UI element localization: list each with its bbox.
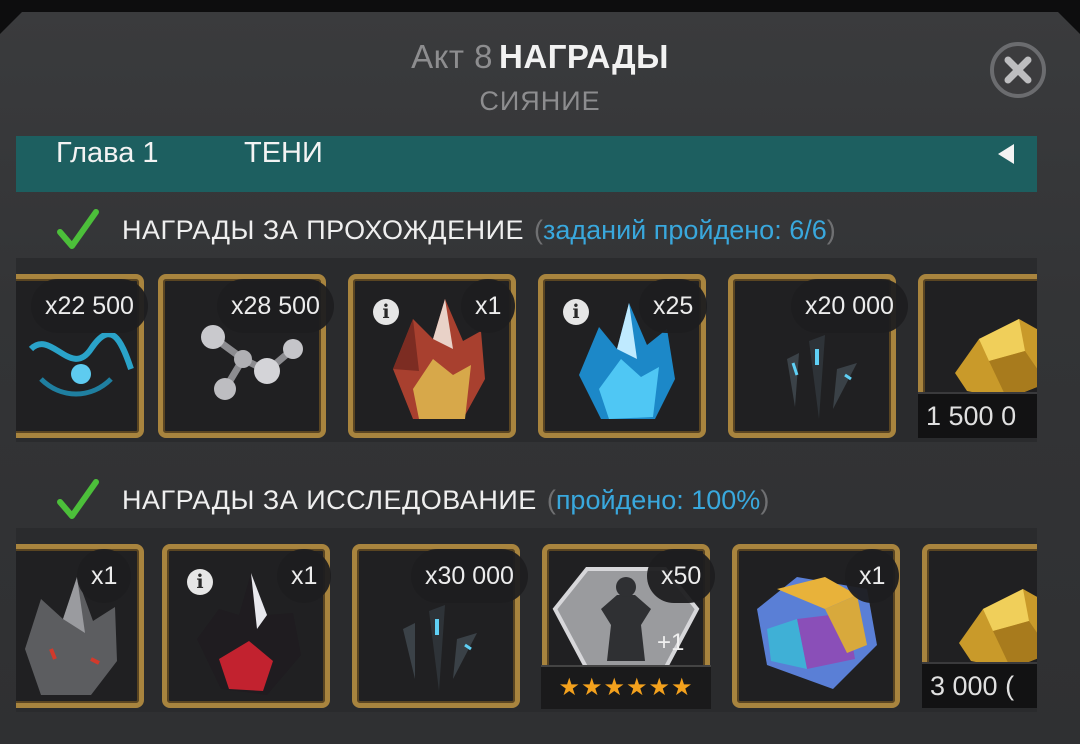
exploration-rewards-header: НАГРАДЫ ЗА ИССЛЕДОВАНИЕ ( пройдено: 100%… bbox=[54, 476, 769, 524]
bracket-open: ( bbox=[534, 214, 544, 245]
quantity-badge: x50 bbox=[647, 549, 716, 603]
act-label: Акт 8 bbox=[411, 38, 494, 75]
close-button[interactable] bbox=[990, 42, 1046, 98]
info-icon[interactable]: i bbox=[373, 299, 399, 325]
reward-card[interactable]: x22 500 bbox=[16, 274, 148, 438]
bracket-close: ) bbox=[826, 214, 836, 245]
info-icon[interactable]: i bbox=[563, 299, 589, 325]
reward-card[interactable]: x30 000 bbox=[352, 544, 528, 708]
close-icon bbox=[1004, 56, 1032, 84]
reward-card[interactable]: i x1 bbox=[348, 274, 516, 438]
page-title: Акт 8 НАГРАДЫ bbox=[0, 38, 1080, 76]
chapter-name: ТЕНИ bbox=[244, 137, 323, 169]
reward-card[interactable]: i x25 bbox=[538, 274, 708, 438]
plus-one-label: +1 bbox=[657, 629, 685, 656]
completion-rewards-row[interactable]: x22 500 x28 500 i x1 i x25 x20 000 1 500… bbox=[16, 258, 1037, 442]
reward-card[interactable]: x28 500 bbox=[158, 274, 334, 438]
reward-card[interactable]: x1 bbox=[732, 544, 900, 708]
completion-progress: заданий пройдено: 6/6 bbox=[543, 214, 827, 245]
gold-amount: 1 500 0 bbox=[918, 392, 1037, 438]
reward-card[interactable]: x1 bbox=[16, 544, 144, 708]
chapter-number: Глава 1 bbox=[56, 137, 159, 169]
reward-card[interactable]: 3 000 ( bbox=[922, 544, 1037, 708]
completion-rewards-header: НАГРАДЫ ЗА ПРОХОЖДЕНИЕ ( заданий пройден… bbox=[54, 206, 836, 254]
quantity-badge: x25 bbox=[639, 279, 708, 333]
bracket-open: ( bbox=[546, 484, 556, 515]
reward-card[interactable]: i x1 bbox=[162, 544, 332, 708]
quantity-badge: x1 bbox=[77, 549, 132, 603]
reward-card[interactable]: x20 000 bbox=[728, 274, 908, 438]
quantity-badge: x1 bbox=[461, 279, 516, 333]
section-label: НАГРАДЫ ЗА ИССЛЕДОВАНИЕ bbox=[122, 484, 537, 515]
exploration-rewards-row[interactable]: x1 i x1 x30 000 x50 +1 ★★★★★★ x1 3 000 ( bbox=[16, 528, 1037, 712]
quantity-badge: x22 500 bbox=[31, 279, 148, 333]
star-rating: ★★★★★★ bbox=[541, 665, 711, 709]
difficulty-subtitle: СИЯНИЕ bbox=[479, 86, 601, 116]
quantity-badge: x1 bbox=[845, 549, 900, 603]
collapse-arrow-icon[interactable] bbox=[998, 144, 1014, 164]
quantity-badge: x28 500 bbox=[217, 279, 334, 333]
bracket-close: ) bbox=[760, 484, 770, 515]
rewards-title: НАГРАДЫ bbox=[499, 38, 669, 75]
info-icon[interactable]: i bbox=[187, 569, 213, 595]
gold-amount: 3 000 ( bbox=[922, 662, 1037, 708]
checkmark-icon bbox=[57, 209, 99, 249]
quantity-badge: x1 bbox=[277, 549, 332, 603]
reward-card[interactable]: 1 500 0 bbox=[918, 274, 1037, 438]
chapter-bar[interactable]: Глава 1 ТЕНИ bbox=[16, 136, 1037, 192]
section-label: НАГРАДЫ ЗА ПРОХОЖДЕНИЕ bbox=[122, 214, 525, 245]
exploration-progress: пройдено: 100% bbox=[555, 484, 761, 515]
reward-card[interactable]: x50 +1 ★★★★★★ bbox=[541, 544, 716, 709]
quantity-badge: x20 000 bbox=[791, 279, 908, 333]
checkmark-icon bbox=[57, 479, 99, 519]
quantity-badge: x30 000 bbox=[411, 549, 528, 603]
